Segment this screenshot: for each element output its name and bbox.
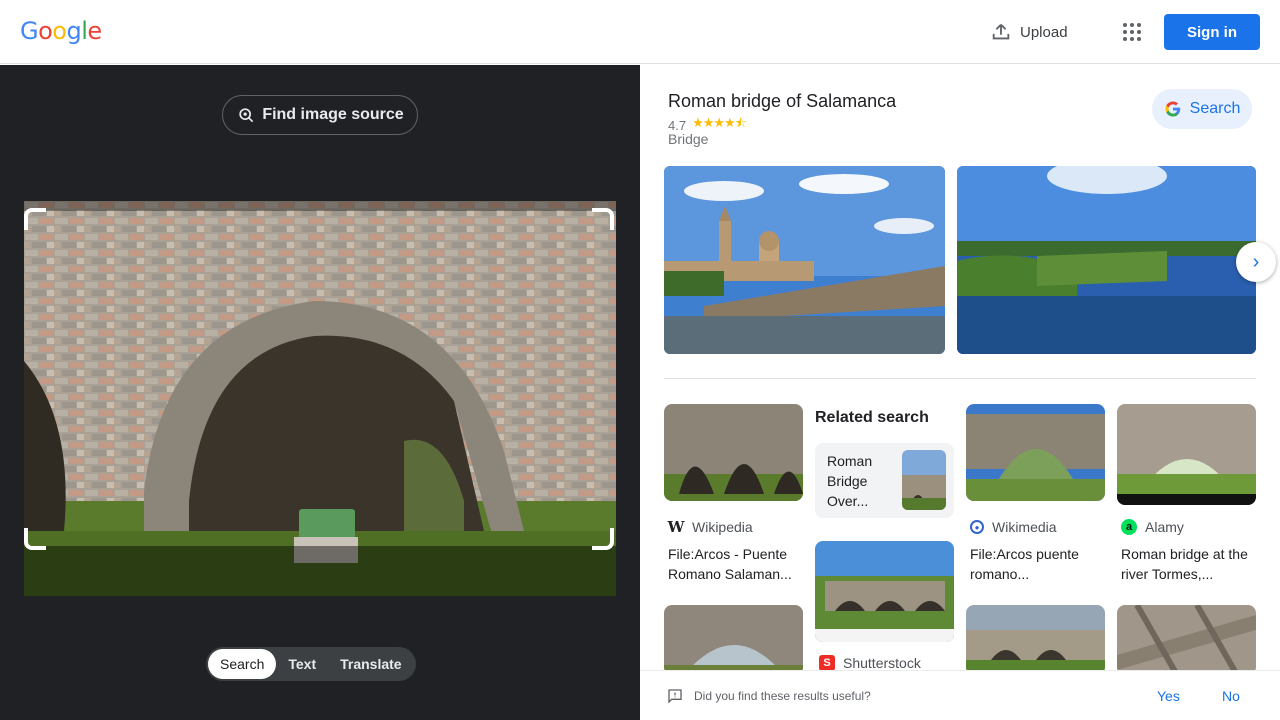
- feedback-icon: [668, 689, 682, 704]
- result-source[interactable]: a Alamy: [1121, 519, 1184, 535]
- source-name: Shutterstock: [843, 655, 921, 671]
- image-search-icon: [239, 108, 254, 123]
- search-chip-label: Search: [1189, 100, 1241, 117]
- logo-letter: g: [66, 17, 82, 45]
- result-caption[interactable]: File:Arcos - Puente Romano Salaman...: [668, 544, 802, 584]
- feedback-yes-button[interactable]: Yes: [1157, 688, 1180, 704]
- crop-handle-top-left[interactable]: [24, 208, 46, 230]
- shutterstock-icon: S: [819, 655, 835, 671]
- related-search-card[interactable]: Roman Bridge Over...: [815, 443, 954, 518]
- query-image[interactable]: [24, 201, 616, 596]
- result-source[interactable]: W Wikipedia: [667, 518, 753, 536]
- crop-handle-top-right[interactable]: [592, 208, 614, 230]
- logo-letter: o: [38, 17, 53, 45]
- logo-letter: G: [20, 17, 39, 45]
- logo-letter: o: [52, 17, 67, 45]
- mode-text-tab[interactable]: Text: [276, 649, 328, 679]
- google-g-icon: [1165, 101, 1180, 117]
- result-thumbnail[interactable]: [966, 605, 1105, 675]
- upload-icon: [992, 24, 1010, 40]
- related-search-text: Roman Bridge Over...: [827, 453, 873, 509]
- logo-letter: e: [87, 17, 102, 45]
- entity-title[interactable]: Roman bridge of Salamanca: [668, 91, 896, 112]
- source-name: Wikipedia: [692, 519, 753, 535]
- find-image-source-button[interactable]: Find image source: [222, 95, 418, 135]
- source-name: Alamy: [1145, 519, 1184, 535]
- source-name: Wikimedia: [992, 519, 1057, 535]
- apps-grid-icon[interactable]: [1120, 20, 1144, 44]
- wikipedia-icon: W: [667, 518, 685, 536]
- upload-button[interactable]: Upload: [990, 18, 1068, 46]
- result-source[interactable]: ● Wikimedia: [970, 519, 1057, 535]
- wikimedia-icon: ●: [970, 520, 984, 534]
- google-logo[interactable]: Google: [20, 17, 102, 45]
- result-thumbnail[interactable]: [815, 541, 954, 642]
- find-image-source-label: Find image source: [262, 106, 404, 123]
- result-thumbnail[interactable]: [1117, 605, 1256, 675]
- results-pane: Roman bridge of Salamanca 4.7 ★★★★⯪ Brid…: [640, 65, 1280, 720]
- result-thumbnail[interactable]: [1117, 404, 1256, 505]
- result-source[interactable]: S Shutterstock: [819, 655, 921, 671]
- result-thumbnail[interactable]: [664, 605, 803, 675]
- related-search-title: Related search: [815, 409, 929, 426]
- lens-mode-switcher: Search Text Translate: [206, 647, 416, 681]
- feedback-bar: Did you find these results useful? Yes N…: [640, 670, 1280, 720]
- entity-image-2[interactable]: [957, 166, 1256, 354]
- mode-search-tab[interactable]: Search: [208, 649, 277, 679]
- chevron-right-icon[interactable]: ›: [1236, 242, 1276, 282]
- entity-type: Bridge: [668, 131, 709, 147]
- feedback-no-button[interactable]: No: [1222, 688, 1240, 704]
- result-caption[interactable]: File:Arcos puente romano...: [970, 544, 1104, 584]
- top-bar: Google Upload Sign in: [0, 0, 1280, 64]
- feedback-question: Did you find these results useful?: [694, 689, 871, 703]
- mode-translate-tab[interactable]: Translate: [328, 649, 413, 679]
- google-search-chip[interactable]: Search: [1152, 89, 1252, 129]
- crop-handle-bottom-right[interactable]: [592, 528, 614, 550]
- result-thumbnail[interactable]: [664, 404, 803, 501]
- related-search-thumbnail: [902, 450, 946, 510]
- section-divider: [664, 378, 1256, 379]
- result-caption[interactable]: Roman bridge at the river Tormes,...: [1121, 544, 1255, 584]
- entity-image-1[interactable]: [664, 166, 945, 354]
- result-thumbnail[interactable]: [966, 404, 1105, 501]
- alamy-icon: a: [1121, 519, 1137, 535]
- upload-label: Upload: [1020, 23, 1068, 41]
- crop-handle-bottom-left[interactable]: [24, 528, 46, 550]
- lens-image-pane: Find image source Search Text Translate: [0, 65, 640, 720]
- sign-in-button[interactable]: Sign in: [1164, 14, 1260, 50]
